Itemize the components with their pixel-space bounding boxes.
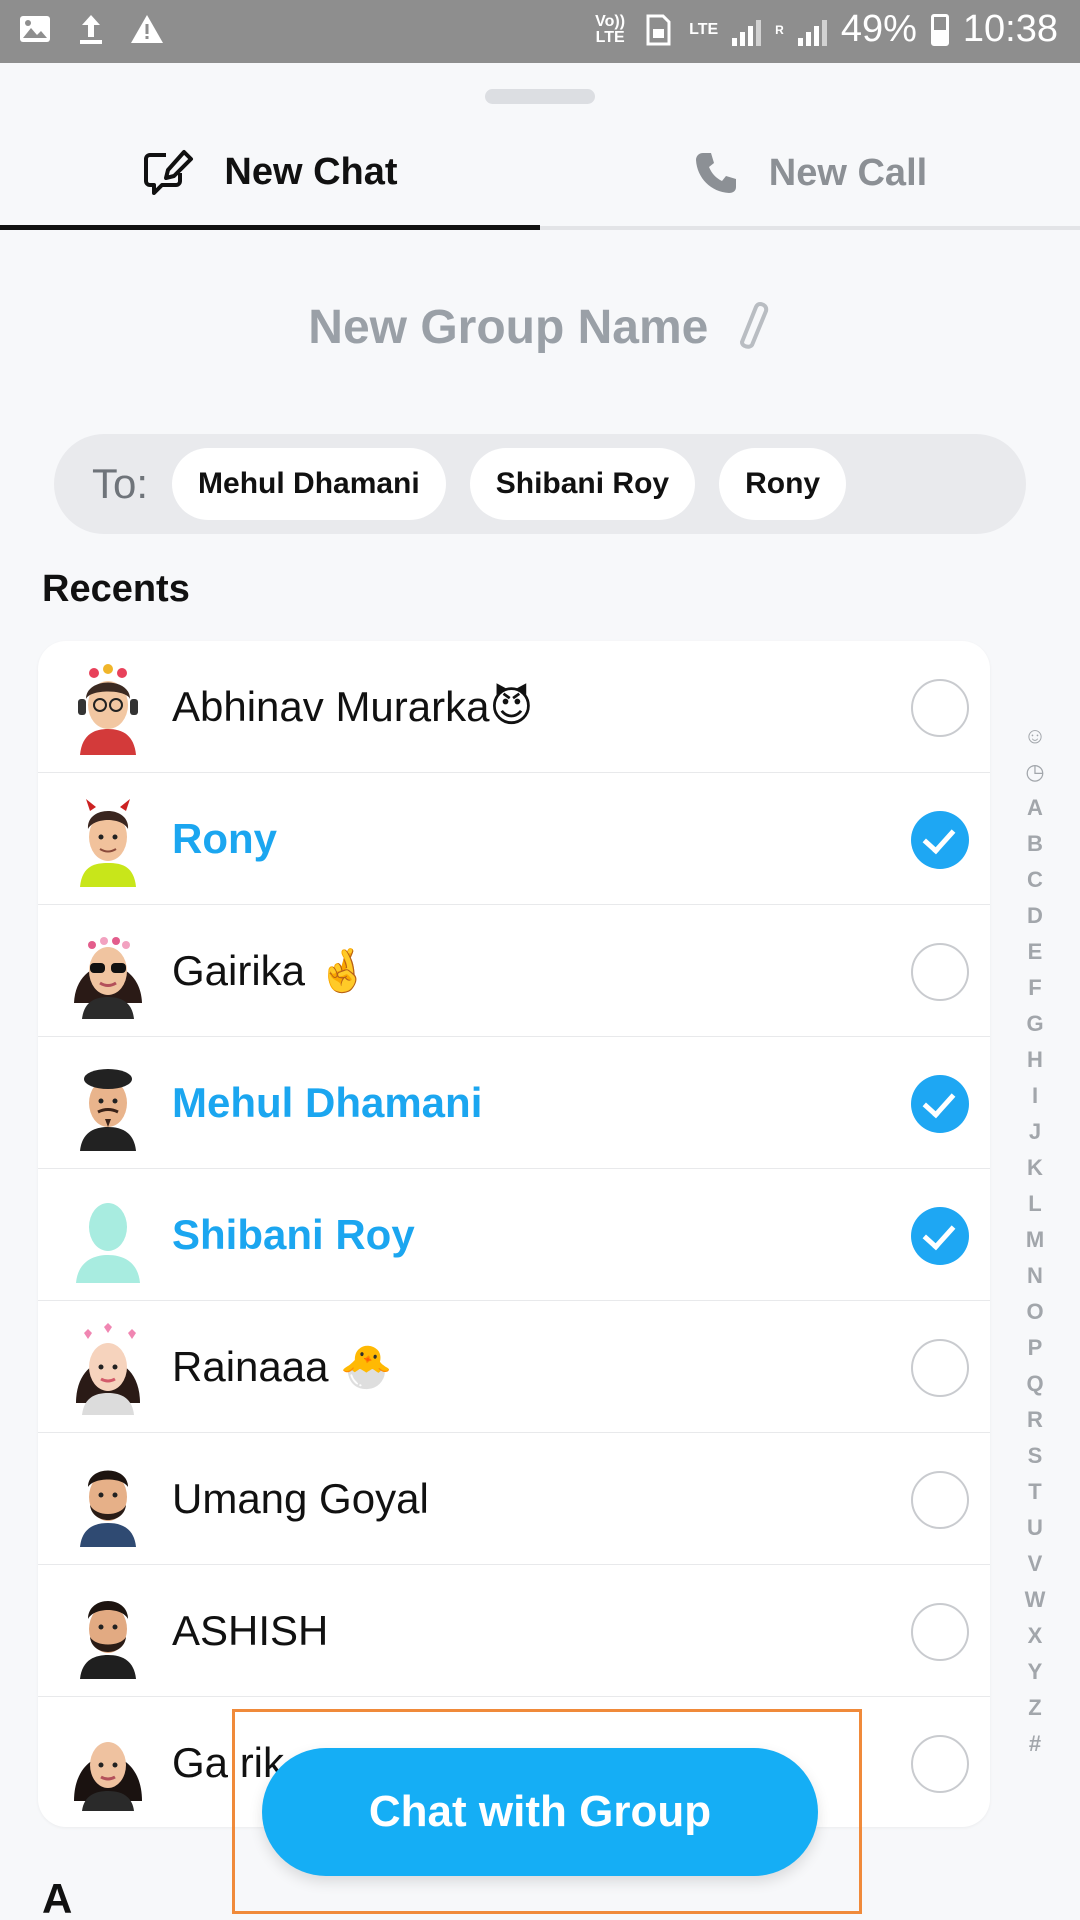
index-letter[interactable]: V [1028, 1546, 1043, 1582]
select-checkbox[interactable] [911, 679, 969, 737]
warning-icon [131, 15, 163, 43]
group-name-input[interactable]: New Group Name [0, 300, 1080, 355]
recipient-chip[interactable]: Rony [719, 448, 847, 520]
index-letter[interactable]: B [1027, 826, 1043, 862]
select-checkbox[interactable] [911, 1603, 969, 1661]
clock: 10:38 [962, 8, 1058, 50]
pencil-icon [739, 301, 768, 349]
roaming-indicator: R [775, 22, 784, 37]
index-letter[interactable]: M [1026, 1222, 1044, 1258]
index-letter[interactable]: I [1032, 1078, 1038, 1114]
index-letter[interactable]: Q [1026, 1366, 1043, 1402]
battery-percent: 49% [840, 8, 917, 50]
sim-icon [646, 14, 671, 45]
index-letter[interactable]: ☺ [1024, 718, 1046, 754]
index-letter[interactable]: H [1027, 1042, 1043, 1078]
group-name-placeholder: New Group Name [308, 301, 709, 354]
contact-name: Rainaaa 🐣 [172, 1343, 393, 1390]
index-letter[interactable]: D [1027, 898, 1043, 934]
contact-name: Gairika 🤞 [172, 947, 369, 994]
recents-heading: Recents [42, 568, 190, 610]
upload-icon [80, 15, 102, 44]
index-letter[interactable]: F [1028, 970, 1041, 1006]
volte-indicator: Vo)) LTE [595, 12, 626, 46]
select-checkbox[interactable] [911, 1471, 969, 1529]
index-letter[interactable]: N [1027, 1258, 1043, 1294]
index-letter[interactable]: Y [1028, 1654, 1043, 1690]
contact-name: ASHISH [172, 1607, 329, 1654]
recipient-chip[interactable]: Mehul Dhamani [172, 448, 446, 520]
index-letter[interactable]: R [1027, 1402, 1043, 1438]
to-label: To: [92, 460, 149, 507]
select-checkbox-checked[interactable] [911, 1207, 969, 1265]
section-header: A [42, 1875, 73, 1920]
contact-row[interactable]: Rainaaa 🐣 [38, 1301, 990, 1433]
recipient-chip[interactable]: Shibani Roy [469, 448, 696, 520]
bitmoji-avatar-icon [80, 799, 136, 887]
recipients-bar[interactable]: To: Mehul Dhamani Shibani Roy Rony [54, 434, 1026, 534]
new-chat-icon [144, 149, 194, 195]
select-checkbox[interactable] [911, 1339, 969, 1397]
contact-name: Shibani Roy [172, 1211, 415, 1258]
bitmoji-avatar-icon [80, 1069, 136, 1151]
contact-name: Rony [172, 815, 277, 862]
battery-icon [930, 13, 949, 46]
index-letter[interactable]: J [1029, 1114, 1041, 1150]
tab-new-call[interactable]: New Call [540, 120, 1080, 230]
signal-icon [732, 14, 762, 46]
index-letter[interactable]: E [1028, 934, 1043, 970]
contact-row[interactable]: Mehul Dhamani [38, 1037, 990, 1169]
contact-name: Abhinav Murarka😈 [172, 683, 534, 730]
default-avatar-icon [76, 1203, 140, 1283]
index-letter[interactable]: L [1028, 1186, 1041, 1222]
gallery-icon [20, 16, 50, 42]
index-letter[interactable]: U [1027, 1510, 1043, 1546]
index-letter[interactable]: A [1027, 790, 1043, 826]
select-checkbox[interactable] [911, 1735, 969, 1793]
index-letter[interactable]: # [1029, 1726, 1041, 1762]
tab-bar: New Chat New Call [0, 120, 1080, 230]
bitmoji-avatar-icon [80, 1601, 136, 1679]
bitmoji-avatar-icon [78, 664, 138, 755]
index-letter[interactable]: Z [1028, 1690, 1041, 1726]
contact-name: Umang Goyal [172, 1475, 429, 1522]
status-bar: Vo)) LTE LTE R 49% 10:38 [0, 0, 1080, 63]
contact-row[interactable]: Umang Goyal [38, 1433, 990, 1565]
index-letter[interactable]: O [1026, 1294, 1043, 1330]
lte-indicator: LTE [689, 20, 719, 38]
index-letter[interactable]: S [1028, 1438, 1043, 1474]
index-letter[interactable]: T [1028, 1474, 1041, 1510]
phone-icon [695, 153, 736, 193]
index-letter[interactable]: X [1028, 1618, 1043, 1654]
tab-new-chat[interactable]: New Chat [0, 120, 540, 230]
contact-row[interactable]: Abhinav Murarka😈 [38, 641, 990, 773]
signal-icon-2 [797, 14, 827, 46]
bitmoji-avatar-icon [76, 1323, 140, 1415]
index-letter[interactable]: G [1026, 1006, 1043, 1042]
bitmoji-avatar-icon [80, 1470, 136, 1547]
chat-with-group-button[interactable]: Chat with Group [262, 1748, 818, 1876]
bitmoji-avatar-icon [74, 1742, 142, 1811]
contact-row[interactable]: ASHISH [38, 1565, 990, 1697]
contact-row[interactable]: Rony [38, 773, 990, 905]
index-letter[interactable]: P [1028, 1330, 1043, 1366]
select-checkbox[interactable] [911, 943, 969, 1001]
contact-row[interactable]: Shibani Roy [38, 1169, 990, 1301]
index-letter[interactable]: W [1025, 1582, 1046, 1618]
alphabet-index[interactable]: ☺ ◷ A B C D E F G H I J K L M N O P Q R S T U V W X Y Z # [1018, 718, 1052, 1762]
contact-name: Mehul Dhamani [172, 1079, 483, 1126]
index-letter[interactable]: K [1027, 1150, 1043, 1186]
drag-handle[interactable] [485, 89, 595, 104]
bitmoji-avatar-icon [74, 937, 142, 1019]
contact-row[interactable]: Gairika 🤞 [38, 905, 990, 1037]
contacts-list: Abhinav Murarka😈 Rony Gairika 🤞 Mehul Dh… [38, 641, 990, 1827]
index-letter[interactable]: ◷ [1025, 754, 1044, 790]
tab-new-chat-label: New Chat [224, 151, 398, 193]
tab-new-call-label: New Call [768, 151, 928, 194]
select-checkbox-checked[interactable] [911, 1075, 969, 1133]
select-checkbox-checked[interactable] [911, 811, 969, 869]
index-letter[interactable]: C [1027, 862, 1043, 898]
